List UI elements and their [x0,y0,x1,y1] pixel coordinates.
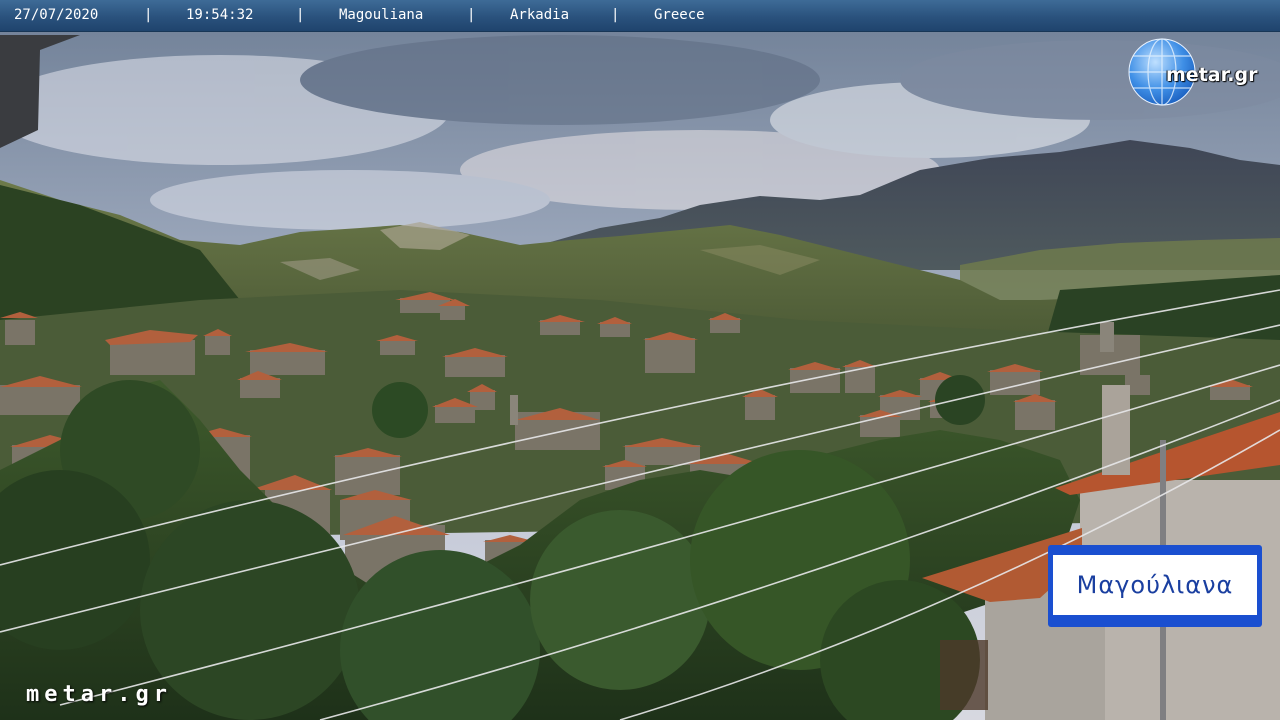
region-text: Arkadia [510,7,570,23]
village-text: Magouliana [339,7,424,23]
time-text: 19:54:32 [186,7,254,23]
logo-text: metar.gr [1166,64,1258,86]
separator-1: | [144,7,153,23]
metar-logo: metar.gr [1128,38,1273,108]
webcam-frame: 27/07/2020 | 19:54:32 | Magouliana | Ark… [0,0,1280,720]
street-sign: Μαγούλιανα [1048,545,1262,627]
watermark: metar.gr [26,682,172,707]
country-text: Greece [654,7,705,23]
date-text: 27/07/2020 [14,7,99,23]
info-bar: 27/07/2020 | 19:54:32 | Magouliana | Ark… [0,0,1280,32]
separator-2: | [296,7,305,23]
separator-4: | [611,7,620,23]
separator-3: | [467,7,476,23]
street-sign-text: Μαγούλιανα [1076,571,1234,599]
